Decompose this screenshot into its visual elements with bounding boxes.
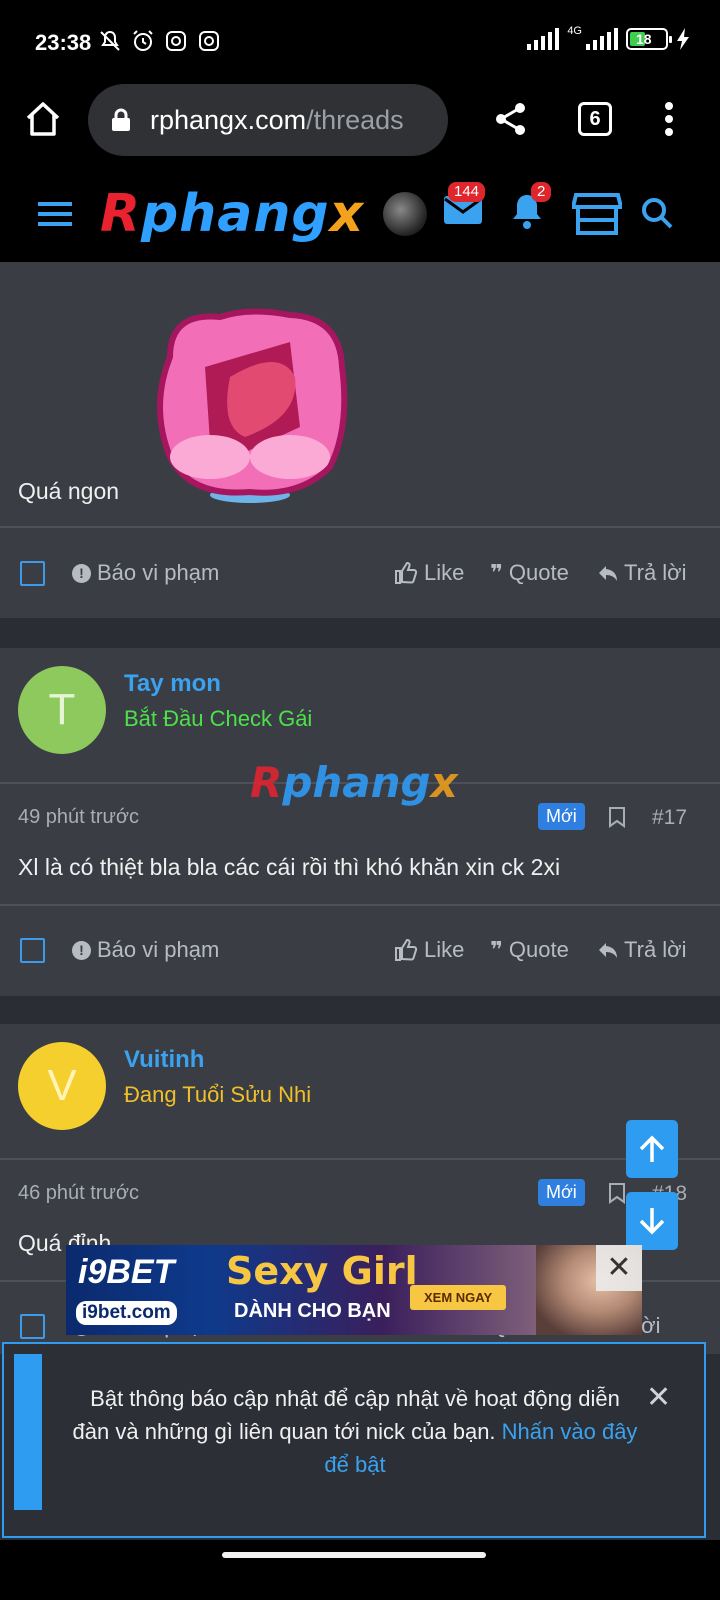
scroll-top-button[interactable] (626, 1120, 678, 1178)
post-time[interactable]: 49 phút trước (18, 806, 139, 829)
sticker-image (157, 308, 348, 503)
charging-icon (677, 28, 689, 50)
post-time[interactable]: 46 phút trước (18, 1182, 139, 1205)
new-badge: Mới (538, 803, 585, 830)
lock-icon (112, 108, 130, 131)
signal-icon (527, 28, 560, 50)
scroll-bottom-button[interactable] (626, 1192, 678, 1250)
battery-icon: 18 (626, 28, 672, 50)
network-type: 4G (567, 25, 582, 37)
watermark-logo: Rphangx (250, 758, 458, 807)
store-icon[interactable] (572, 192, 622, 236)
thumbs-up-icon (395, 938, 418, 961)
select-checkbox[interactable] (20, 1314, 45, 1339)
url-path: /threads (306, 104, 404, 135)
inbox-badge: 144 (448, 182, 486, 202)
new-badge: Mới (538, 1179, 585, 1206)
bookmark-icon[interactable] (608, 1182, 626, 1204)
user-avatar[interactable] (383, 192, 427, 236)
quote-icon: ❞ (490, 560, 503, 585)
more-menu-icon[interactable] (664, 102, 674, 136)
report-button[interactable]: !Báo vi phạm (72, 560, 219, 586)
reply-button[interactable]: Trả lời (598, 937, 687, 963)
select-checkbox[interactable] (20, 561, 45, 586)
tab-switcher-button[interactable]: 6 (578, 102, 612, 136)
user-title: Đang Tuổi Sửu Nhi (124, 1082, 312, 1107)
username[interactable]: Tay mon (124, 670, 221, 698)
like-button[interactable]: Like (394, 560, 464, 586)
ad-headline: Sexy Girl (226, 1249, 418, 1293)
post-card: Quá ngon ! Báo vi phạm Like ❞ Quote Trả lờ… (0, 262, 720, 618)
thumbs-up-icon (395, 561, 418, 584)
post-card: T Tay mon Bắt Đầu Check Gái 49 phút trướ… (0, 648, 720, 996)
status-bar: 23:38 4G 18 (0, 0, 720, 84)
instagram-icon (166, 31, 186, 51)
post-number[interactable]: #17 (652, 806, 687, 830)
ad-close-button[interactable]: ✕ (596, 1245, 642, 1291)
share-icon[interactable] (495, 102, 527, 136)
username[interactable]: Vuitinh (124, 1046, 204, 1074)
notification-text: Bật thông báo cập nhật để cập nhật về ho… (72, 1386, 638, 1477)
quote-button[interactable]: ❞ Quote (490, 937, 569, 963)
search-icon[interactable] (640, 196, 674, 230)
alert-icon: ! (72, 563, 91, 583)
alert-icon: ! (72, 940, 91, 960)
like-button[interactable]: Like (394, 937, 464, 963)
signal-icon (586, 28, 618, 50)
avatar[interactable]: T (18, 666, 106, 754)
ad-subline: DÀNH CHO BẠN (234, 1300, 391, 1322)
bookmark-icon[interactable] (608, 806, 626, 828)
reply-icon (599, 566, 617, 581)
post-actions: ! Báo vi phạm Like ❞ Quote Trả lời (0, 544, 720, 604)
notification-close-button[interactable]: ✕ (646, 1380, 671, 1415)
battery-level: 18 (636, 31, 652, 47)
select-checkbox[interactable] (20, 938, 45, 963)
arrow-up-icon (639, 1135, 665, 1162)
hamburger-menu-icon[interactable] (38, 200, 72, 228)
arrow-down-icon (639, 1208, 665, 1235)
report-button[interactable]: !Báo vi phạm (72, 937, 219, 963)
user-title: Bắt Đầu Check Gái (124, 706, 313, 731)
quote-button[interactable]: ❞ Quote (490, 560, 569, 586)
url-host: rphangx.com (150, 104, 307, 135)
alarm-icon (133, 30, 153, 51)
reply-icon (599, 943, 617, 958)
instagram-icon (199, 31, 219, 51)
ad-cta-button[interactable]: XEM NGAY (410, 1285, 507, 1310)
ad-logo: i9BET i9bet.com (70, 1251, 204, 1329)
site-logo[interactable]: Rphangx (100, 184, 364, 244)
alerts-badge: 2 (531, 182, 552, 202)
site-header: Rphangx 144 2 (0, 170, 720, 262)
post-actions: ! Báo vi phạm Like ❞ Quote Trả lời (0, 921, 720, 981)
home-icon[interactable] (24, 100, 62, 138)
ad-banner[interactable]: i9BET i9bet.com Sexy Girl DÀNH CHO BẠN X… (66, 1245, 642, 1335)
quote-icon: ❞ (490, 937, 503, 962)
reply-button[interactable]: Trả lời (598, 560, 687, 586)
browser-toolbar: rphangx.com/threads 6 (0, 84, 720, 170)
post-text: Quá ngon (18, 478, 120, 504)
gesture-home-bar[interactable] (222, 1552, 486, 1558)
post-text: Xl là có thiệt bla bla các cái rồi thì k… (18, 854, 561, 880)
address-bar[interactable]: rphangx.com/threads (88, 84, 448, 156)
avatar[interactable]: V (18, 1042, 106, 1130)
status-time: 23:38 (35, 30, 92, 55)
notification-banner: Bật thông báo cập nhật để cập nhật về ho… (2, 1342, 706, 1538)
mute-bell-icon (100, 30, 120, 51)
